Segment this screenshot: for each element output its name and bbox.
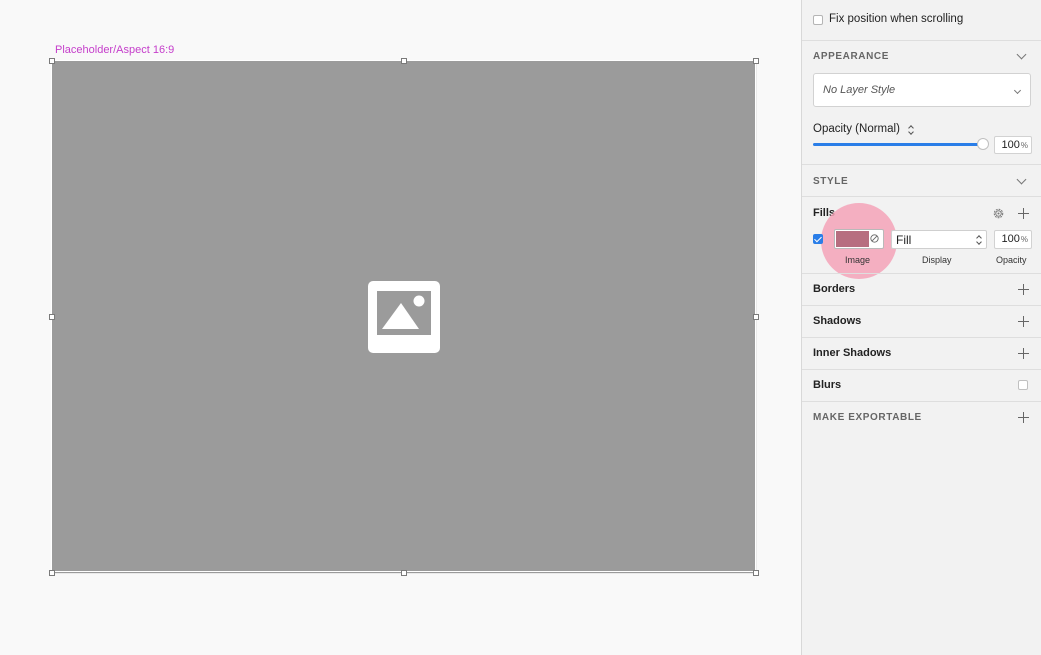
divider xyxy=(802,401,1041,402)
resize-handle-top[interactable] xyxy=(401,58,407,64)
fix-position-label[interactable]: Fix position when scrolling xyxy=(829,13,963,25)
fill-color-preview xyxy=(836,231,869,247)
fill-enabled-checkbox[interactable] xyxy=(813,234,823,244)
updown-chevron-icon xyxy=(976,234,982,246)
inspector-panel: Fix position when scrolling APPEARANCE N… xyxy=(801,0,1041,655)
chevron-down-icon xyxy=(1013,86,1022,95)
gear-icon[interactable] xyxy=(992,207,1005,220)
style-collapse-chevron-icon[interactable] xyxy=(1016,174,1027,185)
divider xyxy=(802,40,1041,41)
layer-name-label[interactable]: Placeholder/Aspect 16:9 xyxy=(55,44,174,56)
resize-handle-right[interactable] xyxy=(753,314,759,320)
opacity-slider-knob[interactable] xyxy=(977,138,989,150)
add-inner-shadow-plus-icon[interactable] xyxy=(1018,348,1029,359)
layer-style-value: No Layer Style xyxy=(823,84,896,96)
placeholder-layer[interactable] xyxy=(52,61,756,573)
opacity-slider-track[interactable] xyxy=(813,143,983,146)
opacity-label: Opacity (Normal) xyxy=(813,123,900,135)
add-export-plus-icon[interactable] xyxy=(1018,412,1029,423)
resize-handle-left[interactable] xyxy=(49,314,55,320)
link-icon[interactable] xyxy=(869,233,881,245)
divider xyxy=(802,305,1041,306)
resize-handle-bottom-left[interactable] xyxy=(49,570,55,576)
opacity-input-unit: % xyxy=(1020,141,1028,150)
fill-display-dropdown[interactable]: Fill xyxy=(891,230,987,249)
blend-mode-stepper-icon[interactable] xyxy=(908,124,914,136)
divider xyxy=(802,369,1041,370)
resize-handle-bottom-right[interactable] xyxy=(753,570,759,576)
canvas[interactable]: Placeholder/Aspect 16:9 xyxy=(0,0,801,655)
style-section-title[interactable]: STYLE xyxy=(813,176,848,187)
opacity-input[interactable]: 100% xyxy=(994,136,1032,154)
caption-opacity: Opacity xyxy=(996,255,1027,265)
fill-opacity-input[interactable]: 100% xyxy=(994,230,1032,249)
divider xyxy=(802,337,1041,338)
divider xyxy=(802,164,1041,165)
borders-title: Borders xyxy=(813,283,856,295)
blurs-title: Blurs xyxy=(813,379,842,391)
add-fill-plus-icon[interactable] xyxy=(1018,208,1029,219)
make-exportable-title[interactable]: MAKE EXPORTABLE xyxy=(813,412,922,423)
blur-toggle-checkbox[interactable] xyxy=(1018,380,1028,390)
resize-handle-top-left[interactable] xyxy=(49,58,55,64)
resize-handle-top-right[interactable] xyxy=(753,58,759,64)
caption-display: Display xyxy=(922,255,952,265)
shadows-title: Shadows xyxy=(813,315,862,327)
fill-opacity-value: 100 xyxy=(1001,233,1020,245)
add-border-plus-icon[interactable] xyxy=(1018,284,1029,295)
image-placeholder-icon xyxy=(368,281,440,353)
add-shadow-plus-icon[interactable] xyxy=(1018,316,1029,327)
inner-shadows-title: Inner Shadows xyxy=(813,347,892,359)
opacity-input-value: 100 xyxy=(1001,139,1020,151)
layer-style-dropdown[interactable]: No Layer Style xyxy=(813,73,1031,107)
fill-display-value: Fill xyxy=(896,233,912,247)
fill-opacity-unit: % xyxy=(1020,235,1028,244)
fix-position-checkbox[interactable] xyxy=(813,15,823,25)
caption-image: Image xyxy=(845,255,871,265)
appearance-collapse-chevron-icon[interactable] xyxy=(1016,49,1027,60)
resize-handle-bottom[interactable] xyxy=(401,570,407,576)
divider xyxy=(802,273,1041,274)
link-icon-glyph xyxy=(870,234,879,243)
fill-color-swatch[interactable] xyxy=(834,229,884,249)
divider xyxy=(802,196,1041,197)
appearance-section-title[interactable]: APPEARANCE xyxy=(813,51,889,62)
